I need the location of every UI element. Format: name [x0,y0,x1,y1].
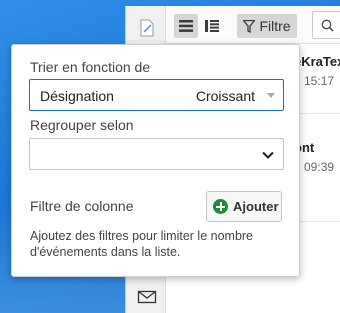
list-item-time: 1 09:39 [294,160,335,174]
filter-button[interactable]: Filtre [237,14,297,38]
filter-popover: Trier en fonction de Désignation Croissa… [11,44,300,277]
list-view-button[interactable] [174,14,198,38]
app-toolbar: Filtre [166,6,340,44]
column-filter-label: Filtre de colonne [30,198,134,214]
caret-down-icon [267,93,275,98]
sort-field-value: Désignation [40,88,114,104]
list-item-title: eKraTex [294,54,340,69]
detail-view-button[interactable] [201,14,223,38]
mail-icon[interactable] [137,287,157,307]
add-filter-button[interactable]: Ajouter [206,191,282,222]
group-select[interactable] [29,138,284,170]
filter-icon [243,19,256,33]
chevron-down-icon [262,151,274,159]
plus-circle-icon [213,199,228,214]
filter-button-label: Filtre [259,18,291,34]
sort-label: Trier en fonction de [30,59,151,75]
sort-order-value: Croissant [195,88,255,104]
add-filter-button-label: Ajouter [233,199,279,214]
search-input[interactable] [312,11,340,39]
detail-view-icon [205,20,219,32]
sort-select[interactable]: Désignation Croissant [29,79,284,111]
document-icon[interactable] [137,18,157,38]
filter-help-text: Ajoutez des filtres pour limiter le nomb… [30,229,254,259]
list-item-time: 1 15:17 [294,74,335,88]
search-icon [321,19,334,32]
group-label: Regrouper selon [30,117,134,133]
list-view-icon [179,20,193,32]
